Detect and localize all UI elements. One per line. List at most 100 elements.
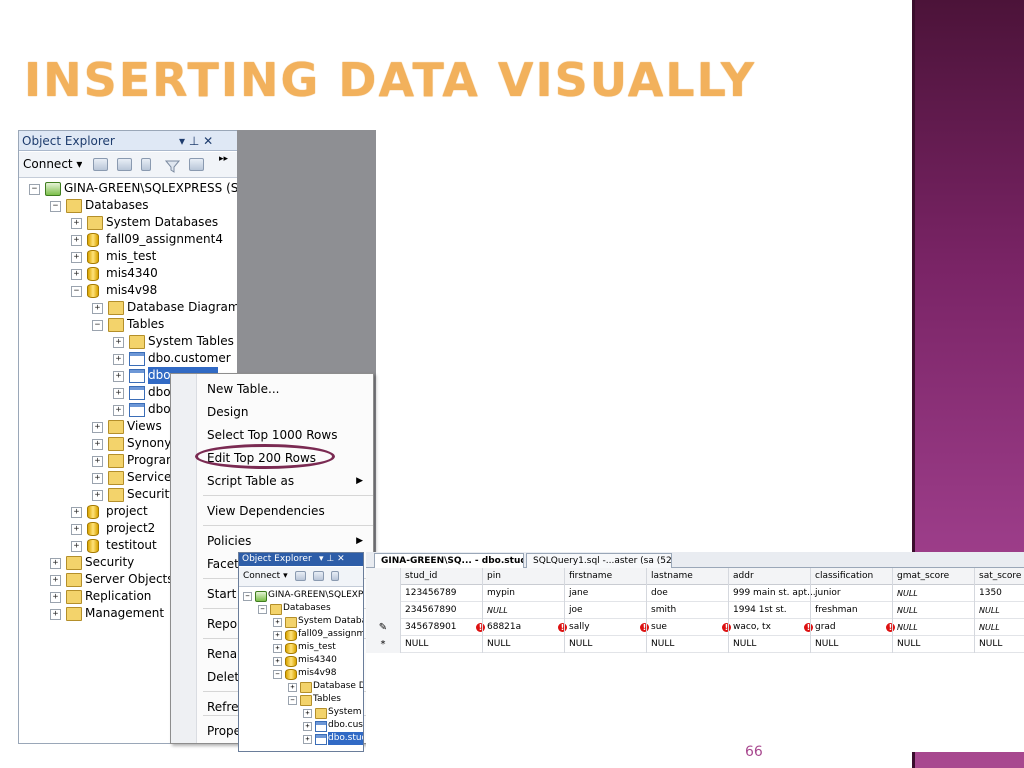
expand-icon[interactable]: + (71, 235, 82, 246)
stop-icon[interactable] (141, 158, 151, 171)
collapse-icon[interactable]: − (273, 670, 282, 679)
small-tree-node[interactable]: − mis4v98 (239, 667, 363, 680)
small-tree-node[interactable]: − Databases (239, 602, 363, 615)
small-connect-button[interactable]: Connect ▾ (243, 571, 288, 581)
panel-window-controls[interactable]: ▾ ⊥ ✕ (179, 131, 213, 151)
column-header[interactable]: addr (728, 568, 815, 585)
small-tree-node[interactable]: − Tables (239, 693, 363, 706)
small-tree-node[interactable]: + Database Diag (239, 680, 363, 693)
expand-icon[interactable]: + (288, 683, 297, 692)
expand-icon[interactable]: + (71, 541, 82, 552)
small-tree-node[interactable]: + mis_test (239, 641, 363, 654)
grid-cell[interactable]: jane (564, 585, 651, 602)
row-selector[interactable] (366, 602, 401, 619)
expand-icon[interactable]: + (273, 618, 282, 627)
grid-cell[interactable]: NULL (728, 636, 815, 653)
grid-cell[interactable]: 345678901! (400, 619, 487, 636)
grid-cell[interactable]: 123456789 (400, 585, 487, 602)
small-tree-node[interactable]: − GINA-GREEN\SQLEXPRESS (239, 589, 363, 602)
document-tab[interactable]: SQLQuery1.sql -...aster (sa (52)) (526, 553, 672, 568)
small-disconnect-icon[interactable] (313, 571, 324, 581)
grid-cell[interactable]: NULL (892, 585, 979, 602)
collapse-icon[interactable]: − (258, 605, 267, 614)
grid-cell[interactable]: NULL (974, 636, 1024, 653)
tree-node[interactable]: + fall09_assignment4 (19, 231, 237, 248)
expand-icon[interactable]: + (303, 722, 312, 731)
collapse-icon[interactable]: − (29, 184, 40, 195)
connect-button[interactable]: Connect ▾ (23, 157, 82, 171)
grid-cell[interactable]: 234567890 (400, 602, 487, 619)
register-server-icon[interactable] (93, 158, 108, 171)
expand-icon[interactable]: + (113, 405, 124, 416)
toolbar-overflow-icon[interactable]: ▸▸ (219, 154, 228, 164)
context-menu-item[interactable]: View Dependencies (207, 500, 357, 522)
document-tab[interactable]: GINA-GREEN\SQ... - dbo.student (374, 553, 524, 568)
column-header[interactable]: classification (810, 568, 897, 585)
expand-icon[interactable]: + (303, 735, 312, 744)
grid-cell[interactable]: NULL (482, 602, 569, 619)
context-menu-item[interactable]: New Table... (207, 378, 357, 400)
disconnect-icon[interactable] (117, 158, 132, 171)
expand-icon[interactable]: + (303, 709, 312, 718)
tree-node[interactable]: − Databases (19, 197, 237, 214)
tree-node[interactable]: + System Tables (19, 333, 237, 350)
expand-icon[interactable]: + (92, 456, 103, 467)
grid-cell[interactable]: freshman (810, 602, 897, 619)
column-header[interactable]: gmat_score (892, 568, 979, 585)
expand-icon[interactable]: + (273, 644, 282, 653)
tree-node[interactable]: − Tables (19, 316, 237, 333)
tree-node[interactable]: + System Databases (19, 214, 237, 231)
grid-cell[interactable]: smith (646, 602, 733, 619)
small-tree-node[interactable]: + System Databases (239, 615, 363, 628)
grid-cell[interactable]: NULL (810, 636, 897, 653)
tree-node[interactable]: + mis4340 (19, 265, 237, 282)
expand-icon[interactable]: + (50, 592, 61, 603)
grid-cell[interactable]: waco, tx! (728, 619, 815, 636)
grid-cell[interactable]: NULL (482, 636, 569, 653)
small-register-server-icon[interactable] (295, 571, 306, 581)
tree-node[interactable]: + mis_test (19, 248, 237, 265)
tree-node[interactable]: + Database Diagrams (19, 299, 237, 316)
expand-icon[interactable]: + (113, 388, 124, 399)
expand-icon[interactable]: + (92, 303, 103, 314)
grid-cell[interactable]: NULL (974, 619, 1024, 636)
grid-row[interactable]: ✎ 345678901! 68821a! sally! sue! waco, tx! gra… (366, 619, 1024, 636)
grid-row[interactable]: * NULL NULL NULL NULL NULL NULL NULL NULL (366, 636, 1024, 653)
small-stop-icon[interactable] (331, 571, 339, 581)
expand-icon[interactable]: + (113, 354, 124, 365)
column-header[interactable]: pin (482, 568, 569, 585)
collapse-icon[interactable]: − (92, 320, 103, 331)
small-tree-node[interactable]: + mis4340 (239, 654, 363, 667)
context-menu-item[interactable]: Select Top 1000 Rows (207, 424, 357, 446)
context-menu-item[interactable]: Script Table as (207, 470, 357, 492)
expand-icon[interactable]: + (92, 439, 103, 450)
grid-cell[interactable]: grad! (810, 619, 897, 636)
small-tree-node[interactable]: + dbo.custor (239, 719, 363, 732)
grid-cell[interactable]: joe (564, 602, 651, 619)
edit-row-marker[interactable]: ✎ (366, 619, 401, 636)
collapse-icon[interactable]: − (243, 592, 252, 601)
expand-icon[interactable]: + (92, 422, 103, 433)
grid-cell[interactable]: 68821a! (482, 619, 569, 636)
grid-cell[interactable]: sally! (564, 619, 651, 636)
new-row-marker[interactable]: * (366, 636, 401, 653)
grid-row[interactable]: 234567890 NULL joe smith 1994 1st st. freshma… (366, 602, 1024, 619)
collapse-icon[interactable]: − (288, 696, 297, 705)
column-header[interactable]: lastname (646, 568, 733, 585)
column-header[interactable]: firstname (564, 568, 651, 585)
grid-cell[interactable]: 1350 (974, 585, 1024, 602)
grid-cell[interactable]: sue! (646, 619, 733, 636)
expand-icon[interactable]: + (273, 657, 282, 666)
small-tree-node[interactable]: + System Ta (239, 706, 363, 719)
expand-icon[interactable]: + (50, 575, 61, 586)
grid-cell[interactable]: NULL (892, 636, 979, 653)
small-tree-node[interactable]: + fall09_assignment (239, 628, 363, 641)
tree-node[interactable]: − GINA-GREEN\SQLEXPRESS (SQL (19, 180, 237, 197)
expand-icon[interactable]: + (92, 473, 103, 484)
grid-cell[interactable]: NULL (400, 636, 487, 653)
grid-cell[interactable]: doe (646, 585, 733, 602)
expand-icon[interactable]: + (71, 507, 82, 518)
context-menu-item[interactable]: Policies (207, 530, 357, 552)
grid-cell[interactable]: NULL (892, 602, 979, 619)
tree-node[interactable]: + dbo.customer (19, 350, 237, 367)
